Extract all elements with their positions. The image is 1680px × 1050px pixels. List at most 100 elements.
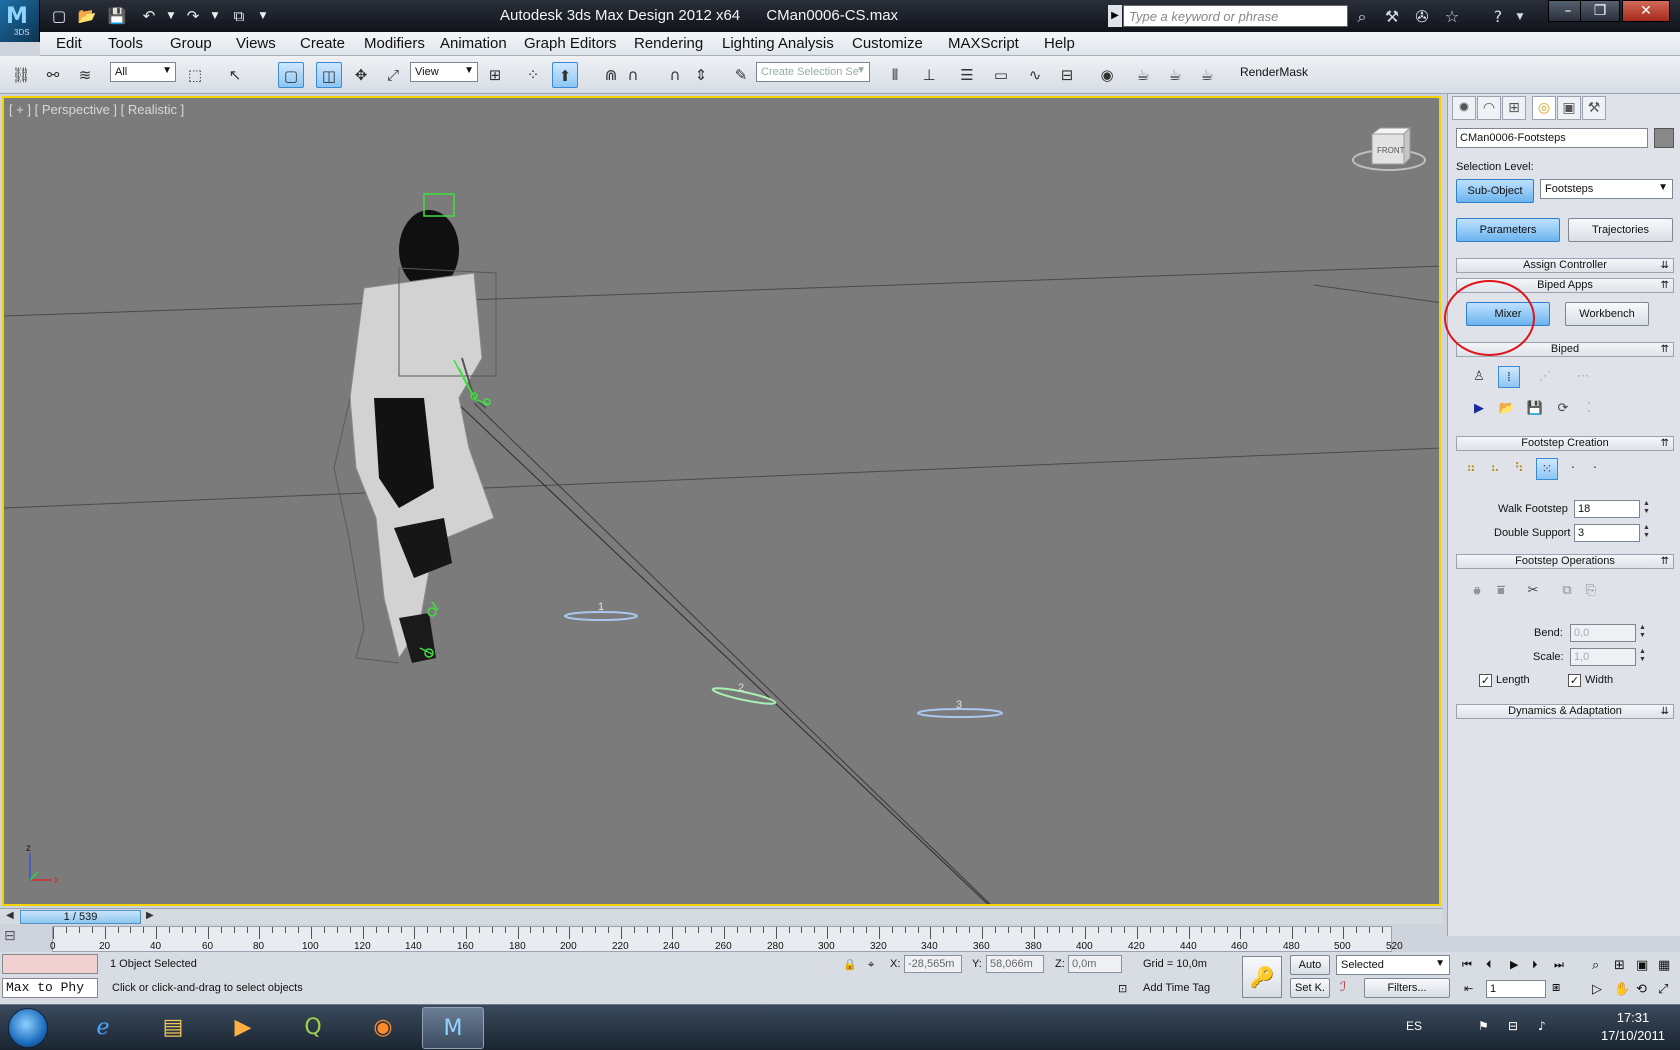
app-logo[interactable]: M 3DS <box>0 0 40 42</box>
redo-dropdown-icon[interactable]: ▼ <box>204 5 226 27</box>
language-indicator[interactable]: ES <box>1406 1019 1422 1033</box>
modify-tab-icon[interactable]: ◠ <box>1477 96 1501 120</box>
zoom-all-icon[interactable]: ⊞ <box>1614 958 1625 973</box>
maximize-viewport-icon[interactable]: ⤢ <box>1658 982 1668 997</box>
auto-key-button[interactable]: Auto <box>1290 955 1330 975</box>
render-production-icon[interactable]: ☕ <box>1194 62 1220 88</box>
paste-footsteps-icon[interactable]: ⎘ <box>1580 580 1602 602</box>
trajectories-button[interactable]: Trajectories <box>1568 218 1673 242</box>
manipulate-icon[interactable]: ⁘ <box>520 62 546 88</box>
select-move-icon[interactable]: ✥ <box>348 62 374 88</box>
width-checkbox[interactable]: ✓ <box>1568 674 1581 687</box>
create-multiple-footsteps-icon[interactable]: · <box>1562 458 1584 480</box>
go-to-end-icon[interactable]: ⏭ <box>1554 958 1564 972</box>
window-crossing-icon[interactable]: ◫ <box>316 62 342 88</box>
maxscript-listener-output[interactable] <box>2 954 98 974</box>
rectangular-selection-icon[interactable]: ▢ <box>278 62 304 88</box>
time-slider-thumb[interactable]: 1 / 539 <box>20 910 141 924</box>
unlink-icon[interactable]: ⚯ <box>40 62 66 88</box>
material-editor-icon[interactable]: ◉ <box>1094 62 1120 88</box>
rendered-frame-window-icon[interactable]: ☕ <box>1162 62 1188 88</box>
viewport-label[interactable]: [ + ] [ Perspective ] [ Realistic ] <box>9 102 184 117</box>
communication-center-icon[interactable]: ✇ <box>1410 6 1434 28</box>
filters-button[interactable]: Filters... <box>1364 978 1450 998</box>
field-of-view-icon[interactable]: ▷ <box>1592 982 1602 997</box>
selection-filter-dropdown[interactable]: All ▼ <box>110 62 176 82</box>
walk-footstep-field[interactable]: 18 <box>1574 500 1640 518</box>
selection-level-dropdown[interactable]: Footsteps ▼ <box>1540 179 1673 199</box>
maxscript-listener-input[interactable]: Max to Phy <box>2 978 98 998</box>
create-keys-icon[interactable]: · <box>1584 458 1606 480</box>
biped-apps-rollout[interactable]: Biped Apps ⇈ <box>1456 278 1674 293</box>
mixer-button[interactable]: Mixer <box>1466 302 1550 326</box>
delete-footsteps-icon[interactable]: ✂ <box>1522 580 1544 602</box>
save-icon[interactable]: 💾 <box>106 5 128 27</box>
layer-manager-icon[interactable]: ☰ <box>954 62 980 88</box>
keyboard-shortcut-toggle-icon[interactable]: ⬆ <box>552 62 578 88</box>
key-filter-icon[interactable]: ℐ <box>1340 980 1346 995</box>
media-player-icon[interactable]: ▶ <box>212 1007 274 1049</box>
orbit-icon[interactable]: ⟲ <box>1636 982 1647 997</box>
x-coord-field[interactable]: -28,565m <box>904 955 962 973</box>
dynamics-adaptation-rollout[interactable]: Dynamics & Adaptation ⇊ <box>1456 704 1674 719</box>
current-frame-field[interactable]: 1 <box>1486 980 1546 998</box>
clock[interactable]: 17:31 17/10/2011 <box>1590 1009 1676 1045</box>
menu-animation[interactable]: Animation <box>440 35 507 52</box>
help-dropdown-icon[interactable]: ▼ <box>1508 6 1532 28</box>
select-object-icon[interactable]: ⬚ <box>182 62 208 88</box>
graphite-ribbon-icon[interactable]: ▭ <box>988 62 1014 88</box>
menu-maxscript[interactable]: MAXScript <box>948 35 1019 52</box>
length-checkbox[interactable]: ✓ <box>1479 674 1492 687</box>
copy-footsteps-icon[interactable]: ⧉ <box>1556 580 1578 602</box>
new-file-icon[interactable]: ▢ <box>48 5 70 27</box>
bend-field[interactable]: 0,0 <box>1570 624 1636 642</box>
previous-frame-icon[interactable]: ⏴ <box>1486 958 1492 972</box>
flag-icon[interactable]: ⚑ <box>1478 1019 1489 1033</box>
key-mode-icon[interactable]: ⇤ <box>1464 982 1473 995</box>
footstep-operations-rollout[interactable]: Footstep Operations ⇈ <box>1456 554 1674 569</box>
activate-footsteps-icon[interactable]: ⩷ <box>1466 580 1488 602</box>
footstep-mode-icon[interactable]: ⁞ <box>1498 366 1520 388</box>
create-tab-icon[interactable]: ✹ <box>1452 96 1476 120</box>
object-color-swatch[interactable] <box>1654 128 1674 148</box>
sub-object-button[interactable]: Sub-Object <box>1456 179 1534 203</box>
motion-flow-mode-icon[interactable]: ⋰ <box>1534 366 1556 388</box>
menu-tools[interactable]: Tools <box>108 35 143 52</box>
figure-mode-icon[interactable]: ♙ <box>1468 366 1490 388</box>
quicktime-icon[interactable]: Q <box>282 1007 344 1049</box>
play-biped-icon[interactable]: ▶ <box>1468 398 1490 420</box>
angle-snap-icon[interactable]: ∩ <box>620 62 646 88</box>
double-support-field[interactable]: 3 <box>1574 524 1640 542</box>
pan-icon[interactable]: ✋ <box>1614 982 1630 997</box>
internet-explorer-icon[interactable]: ℯ <box>72 1007 134 1049</box>
assign-controller-rollout[interactable]: Assign Controller ⇊ <box>1456 258 1674 273</box>
undo-dropdown-icon[interactable]: ▼ <box>160 5 182 27</box>
time-config-icon[interactable]: ⧆ <box>1552 980 1560 995</box>
scale-field[interactable]: 1,0 <box>1570 648 1636 666</box>
run-icon[interactable]: ⠦ <box>1484 458 1506 480</box>
link-icon[interactable]: ⛓ <box>8 62 34 88</box>
reference-coordinate-dropdown[interactable]: View ▼ <box>410 62 478 82</box>
schematic-view-icon[interactable]: ⊟ <box>1054 62 1080 88</box>
motion-tab-icon[interactable]: ◎ <box>1532 96 1556 120</box>
track-bar-toggle-icon[interactable]: ⊟ <box>4 928 48 950</box>
menu-modifiers[interactable]: Modifiers <box>364 35 425 52</box>
absolute-mode-icon[interactable]: ⌖ <box>868 958 874 972</box>
hierarchy-tab-icon[interactable]: ⊞ <box>1502 96 1526 120</box>
key-filter-dropdown[interactable]: Selected ▼ <box>1336 955 1450 975</box>
play-icon[interactable]: ▶ <box>1510 958 1518 971</box>
parameters-button[interactable]: Parameters <box>1456 218 1560 242</box>
perspective-viewport[interactable]: 1 2 3 FRONT z x [ + ] [ Perspective ] [ … <box>2 96 1441 906</box>
start-button[interactable] <box>8 1008 48 1048</box>
time-slider[interactable]: ◀ 1 / 539 ▶ <box>0 908 1443 924</box>
align-icon[interactable]: ⊥ <box>916 62 942 88</box>
next-frame-icon[interactable]: ⏵ <box>1532 958 1538 972</box>
firefox-icon[interactable]: ◉ <box>352 1007 414 1049</box>
mixer-mode-icon[interactable]: ⋯ <box>1572 366 1594 388</box>
zoom-icon[interactable]: ⌕ <box>1592 958 1599 973</box>
workbench-button[interactable]: Workbench <box>1565 302 1649 326</box>
go-to-start-icon[interactable]: ⏮ <box>1462 958 1472 972</box>
binoculars-icon[interactable]: ⌕ <box>1350 6 1374 28</box>
object-name-field[interactable]: CMan0006-Footsteps <box>1456 128 1648 148</box>
menu-edit[interactable]: Edit <box>56 35 82 52</box>
